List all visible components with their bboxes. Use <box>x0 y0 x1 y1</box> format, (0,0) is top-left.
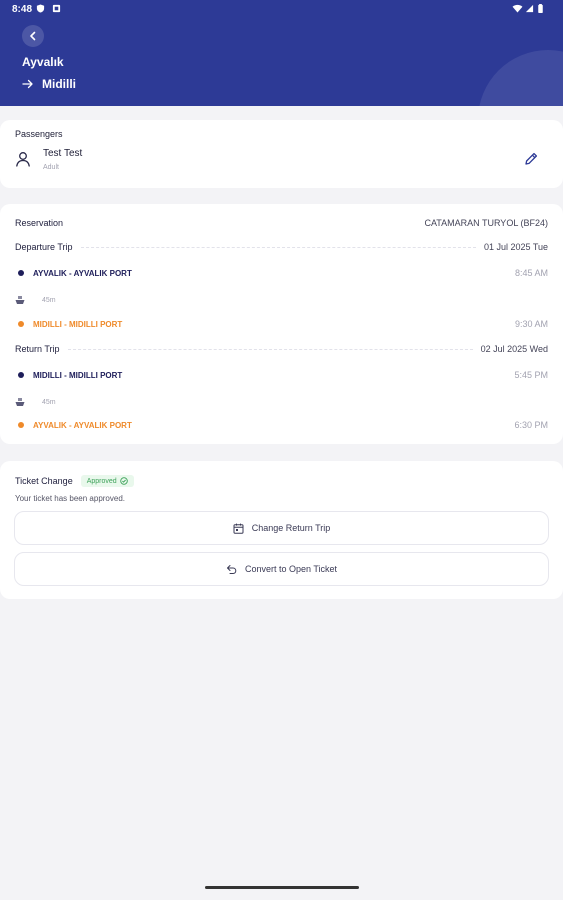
calendar-icon <box>233 523 244 534</box>
return-origin-port: MIDILLI - MIDILLI PORT <box>33 370 123 380</box>
battery-icon <box>538 4 543 13</box>
departure-origin-time: 8:45 AM <box>514 268 548 278</box>
return-destination-port: AYVALIK - AYVALIK PORT <box>33 420 132 430</box>
departure-trip-header: Departure Trip 01 Jul 2025 Tue <box>15 240 548 254</box>
signal-icon <box>525 4 534 13</box>
back-button[interactable] <box>22 25 44 47</box>
reservation-card: Reservation CATAMARAN TURYOL (BF24) Depa… <box>0 204 563 444</box>
change-return-trip-button[interactable]: Change Return Trip <box>14 511 549 545</box>
departure-duration: 45m <box>42 296 56 304</box>
user-icon <box>16 152 30 167</box>
ticket-change-title: Ticket Change <box>15 476 73 486</box>
return-destination-time: 6:30 PM <box>514 420 548 430</box>
departure-origin-port: AYVALIK - AYVALIK PORT <box>33 268 132 278</box>
status-badge-label: Approved <box>86 477 117 485</box>
convert-open-ticket-label: Convert to Open Ticket <box>244 564 338 574</box>
return-trip-label: Return Trip <box>15 344 60 354</box>
origin-dot <box>18 270 24 276</box>
reservation-header: Reservation CATAMARAN TURYOL (BF24) <box>15 216 548 230</box>
home-indicator[interactable] <box>205 886 359 889</box>
departure-origin-stop: AYVALIK - AYVALIK PORT 8:45 AM <box>15 266 548 280</box>
departure-destination-stop: MIDILLI - MIDILLI PORT 9:30 AM <box>15 317 548 331</box>
convert-open-ticket-button[interactable]: Convert to Open Ticket <box>14 552 549 586</box>
edit-pencil-icon[interactable] <box>523 151 539 167</box>
divider <box>67 348 473 350</box>
passengers-card: Passengers Test Test Adult <box>0 120 563 188</box>
status-time: 8:48 <box>12 4 33 15</box>
departure-destination-port: MIDILLI - MIDILLI PORT <box>33 319 123 329</box>
return-duration-row: 45m <box>15 395 56 409</box>
wifi-icon <box>512 4 523 13</box>
origin-city: Ayvalık <box>22 55 64 69</box>
ticket-change-header: Ticket Change Approved <box>15 475 134 487</box>
passengers-title: Passengers <box>15 129 63 139</box>
header-decoration <box>478 50 563 106</box>
destination-row: Midilli <box>22 77 76 91</box>
notification-icon <box>52 4 61 13</box>
ticket-change-card: Ticket Change Approved Your ticket has b… <box>0 461 563 599</box>
arrow-right-icon <box>22 79 33 89</box>
return-date: 02 Jul 2025 Wed <box>480 344 548 354</box>
return-origin-time: 5:45 PM <box>514 370 548 380</box>
reservation-title: Reservation <box>15 218 64 228</box>
ticket-change-message: Your ticket has been approved. <box>15 494 126 503</box>
return-duration: 45m <box>42 398 56 406</box>
return-origin-stop: MIDILLI - MIDILLI PORT 5:45 PM <box>15 368 548 382</box>
shield-icon <box>36 4 45 13</box>
origin-dot <box>18 372 24 378</box>
vessel-name: CATAMARAN TURYOL (BF24) <box>424 218 548 228</box>
ship-icon <box>15 296 25 304</box>
return-trip-header: Return Trip 02 Jul 2025 Wed <box>15 342 548 356</box>
undo-icon <box>226 564 237 574</box>
passenger-type: Adult <box>43 164 59 171</box>
destination-dot <box>18 321 24 327</box>
destination-dot <box>18 422 24 428</box>
return-destination-stop: AYVALIK - AYVALIK PORT 6:30 PM <box>15 418 548 432</box>
ship-icon <box>15 398 25 406</box>
departure-duration-row: 45m <box>15 293 56 307</box>
status-badge: Approved <box>80 475 134 487</box>
departure-date: 01 Jul 2025 Tue <box>483 242 548 252</box>
header: 8:48 Ayvalık Midilli <box>0 0 563 106</box>
destination-city: Midilli <box>42 77 76 91</box>
change-return-trip-label: Change Return Trip <box>251 523 331 533</box>
status-bar: 8:48 <box>0 0 563 20</box>
departure-destination-time: 9:30 AM <box>514 319 548 329</box>
departure-trip-label: Departure Trip <box>15 242 73 252</box>
passenger-name: Test Test <box>43 148 83 159</box>
chevron-left-icon <box>30 31 36 41</box>
divider <box>80 246 476 248</box>
check-circle-icon <box>119 477 128 485</box>
